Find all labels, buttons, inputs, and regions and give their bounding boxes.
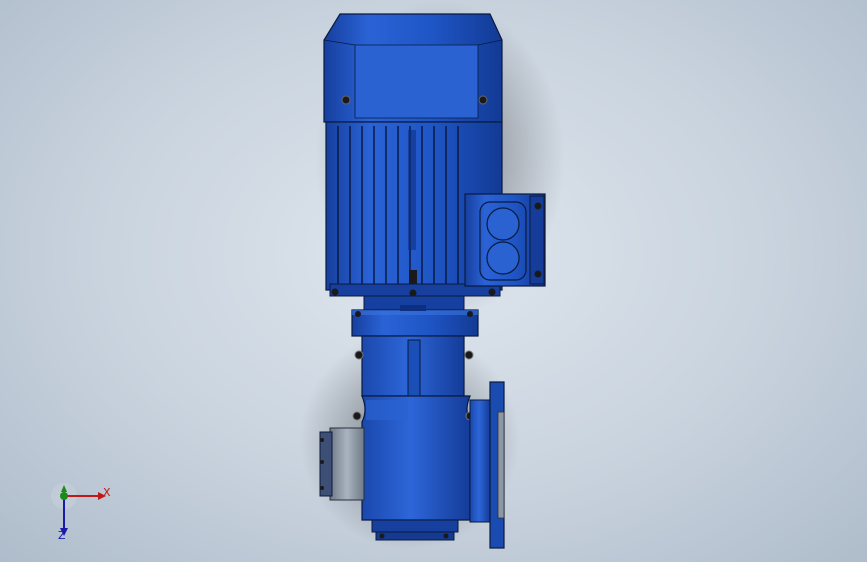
motor-model[interactable] <box>0 0 867 562</box>
axis-x-label: X <box>103 486 111 499</box>
fan-cover[interactable] <box>323 13 503 123</box>
screw-icon <box>464 350 474 360</box>
motor-flange[interactable] <box>351 295 479 337</box>
screw-icon <box>354 350 364 360</box>
screw-icon <box>534 270 542 278</box>
screw-icon <box>409 289 417 297</box>
screw-icon <box>341 95 351 105</box>
screw-icon <box>488 288 496 296</box>
graphics-viewport[interactable]: X Y Z <box>0 0 867 562</box>
screw-icon <box>478 95 488 105</box>
terminal-box[interactable] <box>464 193 546 287</box>
gearbox-housing[interactable] <box>352 335 475 541</box>
screw-icon <box>352 411 362 421</box>
coordinate-triad-icon <box>51 483 106 536</box>
axis-z-label: Z <box>58 529 66 542</box>
screw-icon <box>534 202 542 210</box>
input-cover[interactable] <box>319 427 365 501</box>
screw-icon <box>331 288 339 296</box>
